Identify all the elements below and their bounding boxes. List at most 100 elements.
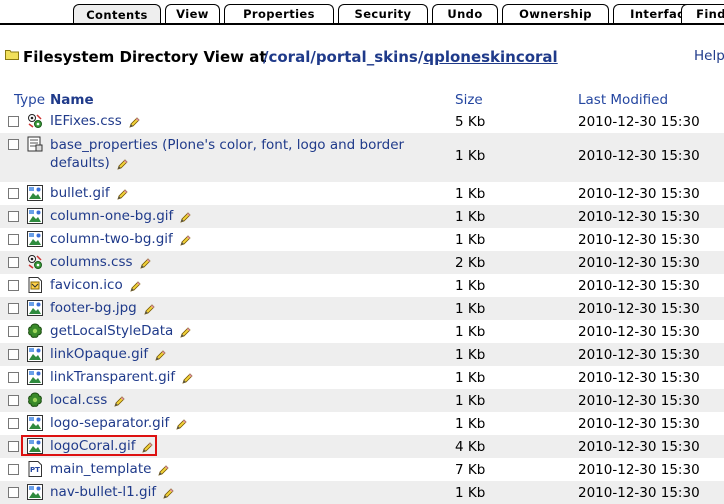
row-checkbox[interactable] (8, 372, 19, 383)
row-checkbox[interactable] (8, 418, 19, 429)
file-name[interactable]: column-two-bg.gif (50, 231, 173, 247)
pencil-icon[interactable] (143, 304, 155, 316)
tab-find[interactable]: Find (681, 4, 724, 23)
file-name[interactable]: logo-separator.gif (50, 415, 169, 431)
row-checkbox[interactable] (8, 257, 19, 268)
file-name-link[interactable]: nav-bullet-l1.gif (50, 484, 174, 500)
pencil-icon[interactable] (129, 281, 141, 293)
file-name[interactable]: favicon.ico (50, 277, 123, 293)
help-link[interactable]: Help! (694, 48, 724, 64)
file-name[interactable]: linkTransparent.gif (50, 369, 175, 385)
image-icon[interactable] (27, 300, 43, 316)
pencil-icon[interactable] (139, 258, 151, 270)
image-icon[interactable] (27, 185, 43, 201)
file-name[interactable]: IEFixes.css (50, 113, 122, 129)
file-name[interactable]: main_template (50, 461, 151, 477)
row-checkbox[interactable] (8, 464, 19, 475)
row-checkbox[interactable] (8, 349, 19, 360)
pencil-icon[interactable] (179, 235, 191, 247)
table-row: getLocalStyleData 1 Kb 2010-12-30 15:30 (0, 320, 724, 343)
file-name-link[interactable]: footer-bg.jpg (50, 300, 155, 316)
image-icon[interactable] (27, 484, 43, 500)
image-icon[interactable] (27, 369, 43, 385)
properties-icon[interactable] (27, 136, 43, 152)
file-name-link[interactable]: base_properties (Plone's color, font, lo… (50, 136, 430, 172)
tab-undo[interactable]: Undo (432, 4, 498, 23)
file-last-modified: 2010-12-30 15:30 (578, 186, 700, 202)
column-size[interactable]: Size (455, 92, 483, 108)
table-row: logoCoral.gif 4 Kb 2010-12-30 15:30 (0, 435, 724, 458)
pencil-icon[interactable] (113, 396, 125, 408)
table-row: main_template 7 Kb 2010-12-30 15:30 (0, 458, 724, 481)
tab-view[interactable]: View (165, 4, 220, 23)
css-file-icon[interactable] (27, 113, 43, 129)
image-icon[interactable] (27, 346, 43, 362)
column-name[interactable]: Name (50, 92, 94, 108)
breadcrumb-portal-skins[interactable]: /portal_skins (310, 48, 418, 66)
file-name-link[interactable]: linkTransparent.gif (50, 369, 193, 385)
pencil-icon[interactable] (179, 212, 191, 224)
pencil-icon[interactable] (179, 327, 191, 339)
file-name-link[interactable]: linkOpaque.gif (50, 346, 166, 362)
tab-properties[interactable]: Properties (224, 4, 334, 23)
file-name[interactable]: linkOpaque.gif (50, 346, 148, 362)
file-name[interactable]: column-one-bg.gif (50, 208, 173, 224)
row-checkbox[interactable] (8, 326, 19, 337)
file-name-link[interactable]: column-two-bg.gif (50, 231, 191, 247)
file-name-link[interactable]: logo-separator.gif (50, 415, 187, 431)
file-name-link[interactable]: getLocalStyleData (50, 323, 191, 339)
pencil-icon[interactable] (175, 419, 187, 431)
row-checkbox[interactable] (8, 188, 19, 199)
css-file-icon[interactable] (27, 254, 43, 270)
file-name[interactable]: local.css (50, 392, 107, 408)
row-checkbox[interactable] (8, 139, 19, 150)
tab-contents[interactable]: Contents (73, 4, 161, 25)
file-name[interactable]: base_properties (Plone's color, font, lo… (50, 137, 404, 171)
file-name-link[interactable]: local.css (50, 392, 125, 408)
file-name-link[interactable]: favicon.ico (50, 277, 141, 293)
row-checkbox[interactable] (8, 280, 19, 291)
row-checkbox[interactable] (8, 211, 19, 222)
file-name[interactable]: bullet.gif (50, 185, 110, 201)
file-name[interactable]: footer-bg.jpg (50, 300, 137, 316)
image-icon[interactable] (27, 231, 43, 247)
image-icon[interactable] (27, 415, 43, 431)
file-name-link[interactable]: column-one-bg.gif (50, 208, 191, 224)
script-icon[interactable] (27, 323, 43, 339)
file-name-link[interactable]: columns.css (50, 254, 151, 270)
file-name[interactable]: getLocalStyleData (50, 323, 173, 339)
table-row: linkTransparent.gif 1 Kb 2010-12-30 15:30 (0, 366, 724, 389)
pencil-icon[interactable] (116, 189, 128, 201)
tab-ownership[interactable]: Ownership (502, 4, 609, 23)
file-last-modified: 2010-12-30 15:30 (578, 347, 700, 363)
column-type[interactable]: Type (14, 92, 45, 108)
pencil-icon[interactable] (157, 465, 169, 477)
row-checkbox[interactable] (8, 441, 19, 452)
pencil-icon[interactable] (181, 373, 193, 385)
pencil-icon[interactable] (154, 350, 166, 362)
file-name-link[interactable]: bullet.gif (50, 185, 128, 201)
file-size: 1 Kb (455, 324, 486, 340)
tab-security[interactable]: Security (338, 4, 428, 23)
file-name[interactable]: columns.css (50, 254, 133, 270)
file-name-link[interactable]: IEFixes.css (50, 113, 140, 129)
breadcrumb-coral[interactable]: /coral (263, 48, 310, 66)
row-checkbox[interactable] (8, 395, 19, 406)
page-template-icon[interactable] (27, 461, 43, 477)
file-name-link[interactable]: main_template (50, 461, 169, 477)
file-icon[interactable] (27, 277, 43, 293)
pencil-icon[interactable] (162, 488, 174, 500)
pencil-icon[interactable] (116, 159, 128, 171)
breadcrumb-qploneskincoral[interactable]: qploneskincoral (423, 48, 557, 66)
pencil-icon[interactable] (128, 117, 140, 129)
row-checkbox[interactable] (8, 234, 19, 245)
file-name[interactable]: nav-bullet-l1.gif (50, 484, 156, 500)
script-icon[interactable] (27, 392, 43, 408)
table-header: Type Name Size Last Modified (0, 91, 724, 110)
tab-bar: Contents View Properties Security Undo O… (0, 0, 724, 25)
row-checkbox[interactable] (8, 116, 19, 127)
row-checkbox[interactable] (8, 303, 19, 314)
column-last-modified[interactable]: Last Modified (578, 92, 668, 108)
image-icon[interactable] (27, 208, 43, 224)
file-last-modified: 2010-12-30 15:30 (578, 301, 700, 317)
